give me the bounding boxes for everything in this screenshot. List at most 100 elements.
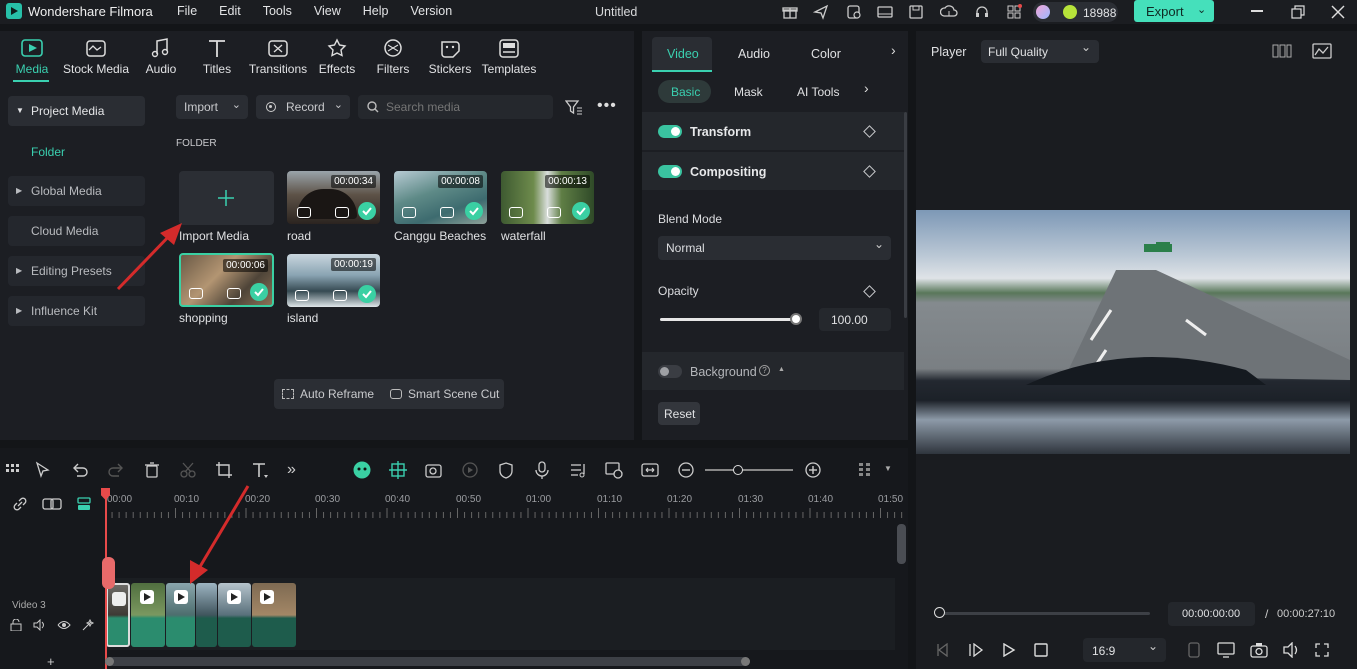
prev-frame-icon[interactable] (935, 643, 951, 657)
track-lock-icon[interactable] (10, 619, 22, 631)
sidebar-item-folder[interactable]: Folder (31, 145, 65, 159)
timeline-clip-road[interactable] (106, 583, 130, 647)
reset-button[interactable]: Reset (658, 402, 700, 425)
sidebar-item-project-media[interactable]: ▼ Project Media (8, 96, 145, 126)
chevron-right-icon[interactable]: › (864, 80, 869, 96)
zoom-out-icon[interactable] (677, 461, 695, 479)
timeline-clip-island[interactable] (196, 583, 217, 647)
scroll-handle-left[interactable] (105, 657, 114, 666)
auto-highlight-icon[interactable] (605, 461, 623, 479)
timeline-clip-shopping[interactable] (252, 583, 296, 647)
display-monitor-icon[interactable] (1217, 642, 1235, 658)
headset-icon[interactable] (974, 4, 990, 20)
media-clip-shopping[interactable]: 00:00:06 (179, 253, 274, 307)
effects-camera-icon[interactable] (424, 461, 444, 479)
quality-select[interactable]: Full Quality ⌄ (981, 40, 1099, 63)
media-clip-island[interactable]: 00:00:19 (287, 254, 380, 307)
track-height-icon[interactable] (76, 496, 92, 512)
chevron-right-icon[interactable]: › (891, 42, 896, 58)
background-toggle[interactable] (658, 365, 682, 378)
stop-icon[interactable] (1034, 643, 1048, 657)
media-clip-road[interactable]: 00:00:34 (287, 171, 380, 224)
compositing-toggle[interactable] (658, 165, 682, 178)
export-button[interactable]: Export ⌄ (1134, 0, 1214, 22)
current-time-field[interactable]: 00:00:00:00 (1168, 602, 1255, 626)
send-icon[interactable] (813, 4, 829, 20)
player-progress-handle[interactable] (934, 607, 945, 618)
media-clip-waterfall[interactable]: 00:00:13 (501, 171, 594, 224)
track-mute-icon[interactable] (33, 619, 47, 631)
props-tab-color[interactable]: Color (811, 47, 841, 61)
playhead-marker[interactable] (102, 557, 115, 589)
props-scrollbar[interactable] (904, 112, 907, 318)
smart-scene-cut-button[interactable]: Smart Scene Cut (390, 379, 499, 409)
layout-icon[interactable] (877, 4, 893, 20)
scope-icon[interactable] (1312, 43, 1332, 59)
tab-titles[interactable]: Titles (182, 38, 252, 76)
close-icon[interactable] (1331, 5, 1345, 19)
next-frame-icon[interactable] (968, 643, 984, 657)
crop-icon[interactable] (215, 461, 233, 479)
snap-icon[interactable] (389, 461, 407, 479)
track-effects-icon[interactable] (81, 619, 95, 631)
link-icon[interactable] (12, 496, 28, 512)
tab-media[interactable]: Media (0, 38, 67, 76)
sidebar-item-influence-kit[interactable]: ▶ Influence Kit (8, 296, 145, 326)
apps-grid-icon[interactable] (1006, 4, 1022, 20)
cloud-project-icon[interactable] (846, 4, 862, 20)
player-progress-track[interactable] (940, 612, 1150, 615)
timeline-vertical-scrollbar[interactable] (897, 524, 906, 564)
track-visibility-eye-icon[interactable] (57, 619, 71, 631)
caret-down-icon[interactable]: ▼ (884, 464, 892, 473)
props-tab-audio[interactable]: Audio (738, 47, 770, 61)
import-media-tile[interactable] (179, 171, 274, 225)
delete-icon[interactable] (143, 461, 161, 479)
minimize-icon[interactable] (1251, 10, 1263, 12)
blend-mode-select[interactable]: Normal ⌄ (658, 236, 891, 260)
track-layout-icon[interactable] (856, 461, 874, 479)
more-options-icon[interactable]: ••• (597, 97, 617, 115)
snapshot-camera-icon[interactable] (1250, 642, 1268, 658)
grid-layout-icon[interactable] (4, 461, 22, 479)
menu-help[interactable]: Help (363, 4, 389, 18)
caret-up-icon[interactable]: ▲ (778, 366, 785, 373)
media-clip-canggu-beaches[interactable]: 00:00:08 (394, 171, 487, 224)
add-track-icon[interactable] (42, 496, 62, 512)
zoom-in-icon[interactable] (804, 461, 822, 479)
grid-view-icon[interactable] (1272, 44, 1292, 58)
import-button[interactable]: Import ⌄ (176, 95, 248, 119)
opacity-slider-track[interactable] (660, 318, 796, 321)
filter-sort-icon[interactable] (565, 99, 583, 115)
timeline-clip-canggu-beaches[interactable] (166, 583, 195, 647)
gift-icon[interactable] (782, 4, 798, 20)
props-subtab-mask[interactable]: Mask (734, 85, 763, 99)
zoom-slider-handle[interactable] (733, 465, 743, 475)
select-tool-icon[interactable] (34, 461, 52, 479)
props-tab-video[interactable]: Video (652, 37, 712, 71)
menu-edit[interactable]: Edit (219, 4, 241, 18)
record-button[interactable]: Record ⌄ (256, 95, 350, 119)
save-icon[interactable] (908, 4, 924, 20)
audio-mix-icon[interactable] (569, 461, 587, 479)
more-tools-icon[interactable]: » (287, 461, 305, 479)
redo-icon[interactable] (107, 461, 125, 479)
volume-icon[interactable] (1282, 642, 1300, 658)
opacity-value-field[interactable]: 100.00 (819, 308, 891, 331)
props-subtab-ai-tools[interactable]: AI Tools (797, 85, 839, 99)
microphone-icon[interactable] (533, 461, 551, 479)
ai-assistant-icon[interactable] (352, 461, 372, 479)
tab-templates[interactable]: Templates (474, 38, 544, 76)
zoom-slider-track[interactable] (705, 469, 793, 471)
text-tool-icon[interactable] (251, 461, 269, 479)
props-subtab-basic[interactable]: Basic (658, 80, 711, 103)
menu-view[interactable]: View (314, 4, 341, 18)
scroll-handle-right[interactable] (741, 657, 750, 666)
timeline-horizontal-scrollbar[interactable] (105, 657, 750, 666)
sidebar-item-global-media[interactable]: ▶ Global Media (8, 176, 145, 206)
menu-tools[interactable]: Tools (263, 4, 292, 18)
render-preview-icon[interactable] (1188, 642, 1200, 658)
auto-reframe-button[interactable]: Auto Reframe (282, 379, 374, 409)
fit-width-icon[interactable] (641, 461, 659, 479)
opacity-slider-handle[interactable] (790, 313, 802, 325)
timeline-clip-waterfall[interactable] (131, 583, 165, 647)
